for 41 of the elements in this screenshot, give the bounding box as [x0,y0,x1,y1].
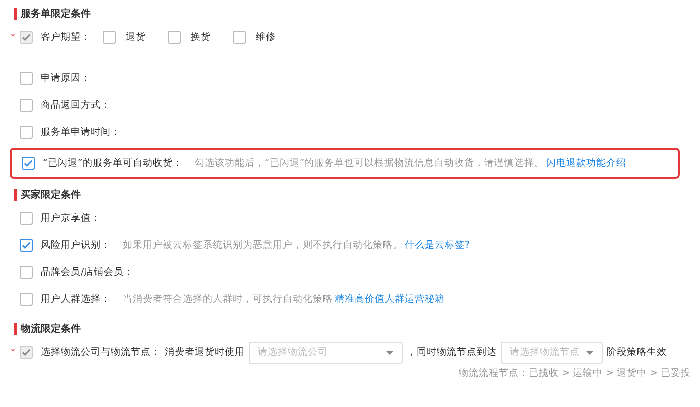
hint-text: 如果用户被云标签系统识别为恶意用户，则不执行自动化策略。 [123,239,403,252]
field-text: ，同时物流节点到达 [407,346,497,359]
caret-icon [586,350,594,354]
field-label: 品牌会员/店铺会员： [41,266,134,279]
section-title: 服务单限定条件 [21,7,91,21]
checkbox[interactable] [20,293,33,306]
field-text: 消费者退货时使用 [165,346,245,359]
section-marker [14,323,17,335]
field-text: 阶段策略生效 [607,346,667,359]
checkbox[interactable] [20,72,33,85]
field-label: 用户京享值： [41,212,101,225]
field-label: 商品返回方式： [41,99,111,112]
checkbox[interactable] [20,266,33,279]
field-label: 申请原因： [41,72,91,85]
field-label: 用户人群选择： [41,293,111,306]
note-text: 物流流程节点：已揽收 > 运输中 > 退货中 > 已妥投 [458,366,692,380]
help-link[interactable]: 精准高价值人群运营秘籍 [335,293,445,306]
section-title: 买家限定条件 [21,188,81,202]
checkbox[interactable] [20,239,33,252]
checkbox[interactable] [20,212,33,225]
field-label: “已闪退”的服务单可自动收货： [43,157,183,170]
help-link[interactable]: 闪电退款功能介绍 [546,157,627,170]
option-label: 退货 [126,31,146,44]
section-title: 物流限定条件 [21,322,81,336]
option-label: 维修 [256,31,276,44]
hint-text: 勾选该功能后，“已闪退”的服务单也可以根据物流信息自动收货，请谨慎选择。 [194,157,545,170]
section-marker [14,189,17,201]
option-label: 换货 [191,31,211,44]
field-label: 选择物流公司与物流节点： [41,346,161,359]
field-label: 风险用户识别： [41,239,111,252]
field-label: 服务单申请时间： [41,126,121,139]
help-link[interactable]: 什么是云标签? [405,239,470,252]
checkbox[interactable] [22,157,35,170]
section-marker [14,8,17,20]
field-label: 客户期望： [41,31,91,44]
checkbox[interactable] [20,99,33,112]
caret-icon [386,350,394,354]
required-mark: * [11,32,16,42]
hint-text: 当消费者符合选择的人群时，可执行自动化策略 [123,293,333,306]
required-mark: * [11,348,16,358]
checkbox[interactable] [20,126,33,139]
